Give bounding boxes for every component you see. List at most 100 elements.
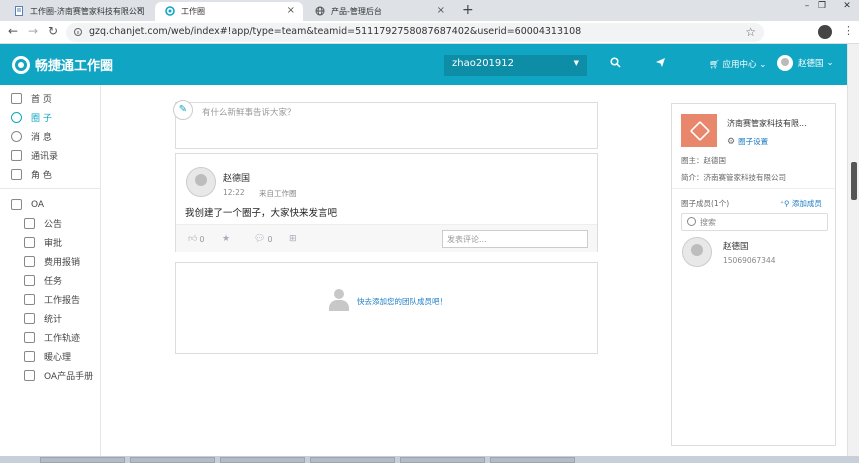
favorite-button[interactable]: ★ [222, 234, 232, 244]
minimize-icon[interactable]: – [800, 0, 814, 14]
document-icon [15, 6, 23, 16]
back-icon[interactable]: ← [5, 24, 21, 38]
team-select[interactable]: zhao201912 ▼ [444, 55, 587, 76]
like-count: 0 [199, 234, 205, 244]
sidebar-item-circle[interactable]: 圈 子 [0, 108, 101, 127]
logo-icon [12, 55, 30, 74]
sidebar-item-roles[interactable]: 角 色 [0, 165, 101, 184]
address-bar[interactable]: gzq.chanjet.com/web/index#!app/type=team… [66, 23, 764, 42]
sidebar-item-label: 角 色 [31, 171, 52, 181]
sidebar-item-stats[interactable]: 统计 [0, 309, 101, 328]
oa-icon [11, 199, 22, 210]
compose-box[interactable]: ✎ 有什么新鲜事告诉大家？ [173, 100, 598, 149]
bookmark-star-icon[interactable]: ☆ [745, 25, 756, 39]
sidebar-item-approval[interactable]: 审批 [0, 233, 101, 252]
close-icon[interactable]: × [437, 5, 445, 16]
sidebar-item-label: 通讯录 [31, 152, 59, 162]
url-text: gzq.chanjet.com/web/index#!app/type=team… [89, 26, 582, 37]
taskbar-item[interactable] [310, 457, 395, 463]
like-button[interactable]: 👍︎ 0 [188, 234, 205, 244]
sidebar-item-label: 消 息 [31, 133, 52, 143]
browser-menu-icon[interactable]: ⋮ [843, 24, 854, 37]
sidebar-item-label: 暖心理 [44, 353, 72, 363]
circle-icon [11, 112, 22, 123]
sidebar-section-oa[interactable]: OA [0, 195, 101, 214]
close-icon[interactable]: × [136, 5, 144, 16]
browser-tab-title: 工作圈-济南赛管家科技有限公司 [30, 7, 145, 16]
sidebar-item-care[interactable]: 暖心理 [0, 347, 101, 366]
browser-tab-1[interactable]: 工作圈-济南赛管家科技有限公司 × [4, 2, 152, 21]
vertical-scrollbar[interactable] [847, 44, 859, 456]
sidebar-item-messages[interactable]: 消 息 [0, 127, 101, 146]
app-center-menu[interactable]: 🛒︎ 应用中心 ⌄ [709, 58, 766, 70]
avatar[interactable] [682, 237, 712, 267]
edit-icon: ✎ [173, 100, 193, 120]
chevron-down-icon: ⌄ [826, 58, 834, 68]
member-search-placeholder: 搜索 [700, 218, 716, 227]
comment-button[interactable]: 💬︎ 0 [254, 234, 273, 244]
taskbar-item[interactable] [40, 457, 125, 463]
sidebar-item-task[interactable]: 任务 [0, 271, 101, 290]
add-member-label: 添加成员 [791, 199, 822, 208]
user-menu[interactable]: 赵德国 ⌄ [777, 55, 834, 71]
app-center-label: 应用中心 [722, 60, 757, 70]
sidebar-item-home[interactable]: 首 页 [0, 89, 101, 108]
restore-icon[interactable]: ❐ [815, 0, 829, 14]
reload-icon[interactable]: ↻ [45, 24, 61, 38]
thumbs-up-icon: 👍︎ [188, 234, 198, 244]
team-cube-icon [681, 114, 717, 147]
message-icon [11, 131, 22, 142]
more-button[interactable]: ⊞ [289, 234, 299, 244]
team-settings-link[interactable]: ⚙ 圈子设置 [727, 136, 768, 147]
browser-tab-2[interactable]: 工作圈 × [155, 2, 303, 21]
comment-input[interactable]: 发表评论... [442, 230, 588, 248]
close-icon[interactable]: × [287, 5, 295, 16]
compose-placeholder: 有什么新鲜事告诉大家？ [202, 108, 296, 118]
app-logo[interactable]: 畅捷通工作圈 [12, 55, 113, 74]
browser-tab-3[interactable]: 产品-管理后台 × [305, 2, 453, 21]
post-author[interactable]: 赵德国 [223, 171, 250, 184]
star-icon: ★ [222, 234, 231, 244]
sidebar: 首 页 圈 子 消 息 通讯录 角 色 OA 公告 审批 费用报销 任务 工作报… [0, 85, 101, 456]
user-name: 赵德国 [798, 59, 824, 69]
people-icon [327, 289, 351, 311]
taskbar-item[interactable] [490, 457, 575, 463]
sidebar-item-contacts[interactable]: 通讯录 [0, 146, 101, 165]
panel-divider [672, 188, 835, 189]
close-window-icon[interactable]: ✕ [835, 0, 859, 14]
team-panel: 济南赛管家科技有限... ⚙ 圈子设置 圈主：赵德国 简介：济南赛管家科技有限公… [671, 103, 836, 446]
taskbar-item[interactable] [130, 457, 215, 463]
scrollbar-thumb[interactable] [851, 162, 857, 200]
taskbar-item[interactable] [400, 457, 485, 463]
sidebar-item-report[interactable]: 工作报告 [0, 290, 101, 309]
browser-toolbar: ← → ↻ gzq.chanjet.com/web/index#!app/typ… [0, 21, 859, 44]
approval-icon [24, 237, 35, 248]
sidebar-item-track[interactable]: 工作轨迹 [0, 328, 101, 347]
sidebar-item-label: 费用报销 [44, 258, 81, 268]
members-title: 圈子成员(1个) [681, 199, 730, 208]
invite-link[interactable]: 快去添加您的团队成员吧！ [357, 296, 447, 307]
taskbar-item[interactable] [220, 457, 305, 463]
sidebar-item-announcement[interactable]: 公告 [0, 214, 101, 233]
avatar[interactable] [186, 167, 216, 197]
sidebar-item-label: 任务 [44, 277, 63, 287]
search-icon[interactable] [610, 57, 621, 71]
account-icon[interactable] [818, 25, 832, 39]
track-icon [24, 332, 35, 343]
globe-icon [315, 6, 325, 16]
task-icon [24, 275, 35, 286]
sidebar-item-label: 公告 [44, 220, 63, 230]
member-name[interactable]: 赵德国 [723, 240, 749, 252]
send-icon[interactable] [655, 57, 666, 71]
search-icon [687, 217, 696, 226]
avatar [777, 55, 793, 71]
forward-icon[interactable]: → [25, 24, 41, 38]
sidebar-divider [0, 188, 101, 189]
app-logo-icon [165, 6, 175, 16]
member-search-input[interactable]: 搜索 [681, 213, 828, 231]
new-tab-button[interactable]: + [462, 2, 474, 18]
sidebar-item-expense[interactable]: 费用报销 [0, 252, 101, 271]
home-icon [11, 93, 22, 104]
add-member-button[interactable]: ⁺⚲ 添加成员 [780, 198, 822, 209]
sidebar-item-manual[interactable]: OA产品手册 [0, 366, 101, 385]
